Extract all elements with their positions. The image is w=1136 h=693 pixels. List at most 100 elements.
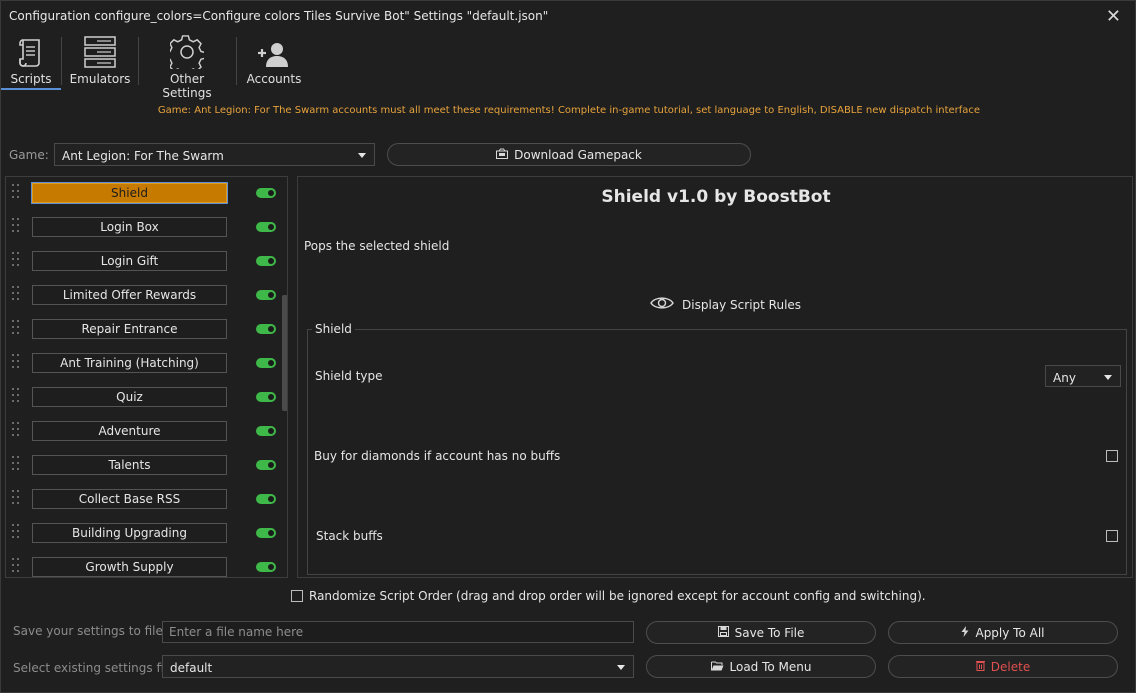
- shield-type-label: Shield type: [315, 369, 383, 383]
- drag-handle-icon[interactable]: [12, 217, 22, 235]
- randomize-order-row: Randomize Script Order (drag and drop or…: [291, 589, 926, 603]
- script-button[interactable]: Quiz: [32, 387, 227, 407]
- script-row[interactable]: Shield: [6, 178, 282, 212]
- script-enabled-toggle[interactable]: [256, 358, 276, 368]
- toolbar-separator: [61, 37, 62, 85]
- shield-options-group: Shield Shield type Any Buy for diamonds …: [307, 322, 1127, 575]
- script-description: Pops the selected shield: [304, 239, 450, 253]
- lightning-icon: [961, 626, 969, 640]
- drag-handle-icon[interactable]: [12, 251, 22, 269]
- script-row[interactable]: Login Gift: [6, 246, 282, 280]
- delete-button[interactable]: Delete: [888, 655, 1118, 678]
- drag-handle-icon[interactable]: [12, 489, 22, 507]
- script-row[interactable]: Collect Base RSS: [6, 484, 282, 518]
- randomize-order-label: Randomize Script Order (drag and drop or…: [309, 589, 926, 603]
- script-row[interactable]: Talents: [6, 450, 282, 484]
- script-row[interactable]: Quiz: [6, 382, 282, 416]
- script-button[interactable]: Ant Training (Hatching): [32, 353, 227, 373]
- script-button[interactable]: Repair Entrance: [32, 319, 227, 339]
- toolbar-scripts[interactable]: Scripts: [5, 31, 57, 89]
- drag-handle-icon[interactable]: [12, 387, 22, 405]
- game-requirements-notice: Game: Ant Legion: For The Swarm accounts…: [157, 105, 981, 116]
- script-row[interactable]: Building Upgrading: [6, 518, 282, 552]
- drag-handle-icon[interactable]: [12, 319, 22, 337]
- toolbar-other-settings[interactable]: Other Settings: [144, 31, 230, 100]
- script-list: Shield Login Box Login Gift Limited Offer R…: [5, 176, 288, 578]
- drag-handle-icon[interactable]: [12, 455, 22, 473]
- script-enabled-toggle[interactable]: [256, 188, 276, 198]
- script-enabled-toggle[interactable]: [256, 528, 276, 538]
- eye-icon: [650, 295, 674, 314]
- users-add-icon: [243, 31, 305, 69]
- script-button[interactable]: Adventure: [32, 421, 227, 441]
- server-icon: [67, 31, 133, 69]
- script-button[interactable]: Talents: [32, 455, 227, 475]
- drag-handle-icon[interactable]: [12, 183, 22, 201]
- settings-window: Configuration configure_colors=Configure…: [0, 0, 1136, 693]
- settings-file-value: default: [170, 661, 213, 675]
- game-select[interactable]: Ant Legion: For The Swarm: [54, 143, 375, 166]
- drag-handle-icon[interactable]: [12, 523, 22, 541]
- toolbar-separator: [138, 37, 139, 85]
- script-enabled-toggle[interactable]: [256, 426, 276, 436]
- delete-label: Delete: [990, 660, 1031, 674]
- script-row[interactable]: Adventure: [6, 416, 282, 450]
- apply-to-all-label: Apply To All: [975, 626, 1045, 640]
- script-button[interactable]: Shield: [32, 183, 227, 203]
- toolbar-emulators[interactable]: Emulators: [67, 31, 133, 89]
- shield-type-value: Any: [1053, 371, 1076, 385]
- script-enabled-toggle[interactable]: [256, 392, 276, 402]
- drag-handle-icon[interactable]: [12, 421, 22, 439]
- script-row[interactable]: Login Box: [6, 212, 282, 246]
- script-enabled-toggle[interactable]: [256, 494, 276, 504]
- load-to-menu-label: Load To Menu: [729, 660, 812, 674]
- script-enabled-toggle[interactable]: [256, 324, 276, 334]
- script-button[interactable]: Login Box: [32, 217, 227, 237]
- script-button[interactable]: Growth Supply: [32, 557, 227, 577]
- title-bar: Configuration configure_colors=Configure…: [1, 1, 1135, 31]
- script-button[interactable]: Login Gift: [32, 251, 227, 271]
- script-enabled-toggle[interactable]: [256, 256, 276, 266]
- stack-buffs-checkbox[interactable]: [1106, 530, 1118, 542]
- shield-type-select[interactable]: Any: [1045, 365, 1121, 387]
- buy-diamonds-label: Buy for diamonds if account has no buffs: [314, 449, 561, 463]
- apply-to-all-button[interactable]: Apply To All: [888, 621, 1118, 644]
- script-list-scrollbar[interactable]: [282, 177, 287, 577]
- script-enabled-toggle[interactable]: [256, 460, 276, 470]
- gear-icon: [144, 31, 230, 69]
- script-enabled-toggle[interactable]: [256, 290, 276, 300]
- script-button[interactable]: Collect Base RSS: [32, 489, 227, 509]
- game-select-value: Ant Legion: For The Swarm: [62, 149, 224, 163]
- load-to-menu-button[interactable]: Load To Menu: [646, 655, 876, 678]
- toolbar-emulators-label: Emulators: [69, 72, 131, 86]
- script-row[interactable]: Limited Offer Rewards: [6, 280, 282, 314]
- toolbar-accounts[interactable]: Accounts: [243, 31, 305, 89]
- script-row[interactable]: Ant Training (Hatching): [6, 348, 282, 382]
- script-button[interactable]: Limited Offer Rewards: [32, 285, 227, 305]
- floppy-icon: [717, 626, 729, 640]
- script-enabled-toggle[interactable]: [256, 562, 276, 572]
- close-icon[interactable]: ✕: [1106, 6, 1121, 27]
- script-button[interactable]: Building Upgrading: [32, 523, 227, 543]
- download-gamepack-button[interactable]: Download Gamepack: [387, 143, 751, 166]
- game-label: Game:: [9, 148, 49, 162]
- drag-handle-icon[interactable]: [12, 557, 22, 575]
- scrollbar-thumb[interactable]: [282, 295, 287, 411]
- settings-file-select[interactable]: default: [162, 655, 634, 678]
- download-icon: [496, 148, 509, 162]
- download-gamepack-label: Download Gamepack: [514, 148, 642, 162]
- drag-handle-icon[interactable]: [12, 285, 22, 303]
- script-row[interactable]: Repair Entrance: [6, 314, 282, 348]
- script-enabled-toggle[interactable]: [256, 222, 276, 232]
- drag-handle-icon[interactable]: [12, 353, 22, 371]
- main-toolbar: Scripts Emulators Other Settings Account…: [1, 31, 1135, 100]
- display-script-rules-button[interactable]: Display Script Rules: [650, 295, 801, 314]
- chevron-down-icon: [358, 153, 366, 158]
- save-to-file-button[interactable]: Save To File: [646, 621, 876, 644]
- buy-diamonds-checkbox[interactable]: [1106, 450, 1118, 462]
- script-row[interactable]: Growth Supply: [6, 552, 282, 577]
- toolbar-other-settings-label: Other Settings: [162, 72, 212, 100]
- filename-input[interactable]: [162, 621, 634, 643]
- toolbar-accounts-label: Accounts: [246, 72, 302, 86]
- randomize-order-checkbox[interactable]: [291, 590, 303, 602]
